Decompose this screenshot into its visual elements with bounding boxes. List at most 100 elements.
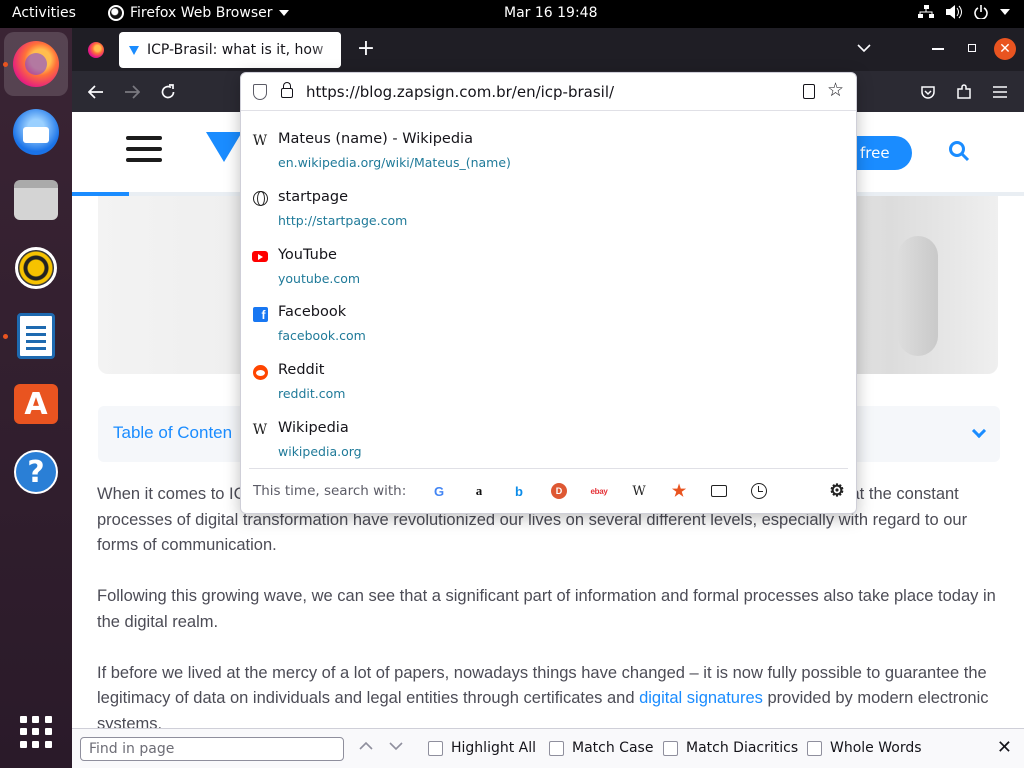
- suggestion-url: youtube.com: [278, 270, 361, 286]
- dock-help[interactable]: ?: [4, 440, 68, 504]
- help-icon: ?: [14, 450, 58, 494]
- toc-title: Table of Conten: [113, 423, 233, 442]
- app-menu[interactable]: Firefox Web Browser: [108, 5, 289, 21]
- one-off-search-bar: This time, search with: G a b D ebay W ★…: [241, 469, 856, 513]
- dock-thunderbird[interactable]: [4, 100, 68, 164]
- power-icon: [974, 5, 988, 19]
- dock-rhythmbox[interactable]: [4, 236, 68, 300]
- find-in-page-input[interactable]: [80, 737, 344, 761]
- dock-firefox[interactable]: [4, 32, 68, 96]
- new-tab-button[interactable]: +: [352, 36, 380, 64]
- digital-signatures-link[interactable]: digital signatures: [639, 689, 763, 707]
- wikipedia-search-icon[interactable]: W: [629, 481, 649, 501]
- arrow-left-icon: [87, 85, 103, 99]
- url-input[interactable]: https://blog.zapsign.com.br/en/icp-brasi…: [306, 83, 614, 101]
- urlbar[interactable]: https://blog.zapsign.com.br/en/icp-brasi…: [241, 73, 856, 111]
- tracking-protection-shield-icon[interactable]: [253, 84, 267, 100]
- history-clock-icon[interactable]: [749, 481, 769, 501]
- chevron-down-icon: [389, 742, 403, 751]
- files-icon: [14, 180, 58, 220]
- dock: A ?: [0, 28, 72, 768]
- system-tray[interactable]: [918, 5, 1010, 19]
- reddit-icon: [252, 364, 268, 380]
- duckduckgo-search-icon[interactable]: D: [549, 481, 569, 501]
- google-search-icon[interactable]: G: [429, 481, 449, 501]
- suggestion-title: YouTube: [278, 246, 337, 263]
- url-suggestion[interactable]: W Wikipedia wikipedia.org: [241, 414, 856, 472]
- close-window-button[interactable]: ✕: [994, 38, 1016, 60]
- forward-button[interactable]: [118, 79, 146, 105]
- whole-words-checkbox[interactable]: Whole Words: [807, 740, 922, 756]
- match-diacritics-checkbox[interactable]: Match Diacritics: [663, 740, 798, 756]
- close-find-bar-button[interactable]: ✕: [997, 737, 1012, 758]
- tabs-icon[interactable]: [709, 481, 729, 501]
- bookmark-star-icon[interactable]: ☆: [827, 79, 844, 101]
- tab-active[interactable]: ICP-Brasil: what is it, how: [119, 32, 341, 68]
- reload-button[interactable]: [154, 79, 182, 105]
- back-button[interactable]: [82, 79, 110, 105]
- thunderbird-icon: [13, 109, 59, 155]
- urlbar-dropdown: https://blog.zapsign.com.br/en/icp-brasi…: [240, 72, 857, 514]
- volume-icon: [946, 5, 962, 19]
- url-suggestion[interactable]: f Facebook facebook.com: [241, 298, 856, 356]
- suggestion-url: reddit.com: [278, 386, 346, 402]
- suggestion-title: Mateus (name) - Wikipedia: [278, 131, 473, 147]
- url-suggestion[interactable]: startpage http://startpage.com: [241, 183, 856, 241]
- suggestion-title: startpage: [278, 188, 348, 205]
- arrow-right-icon: [125, 85, 141, 99]
- maximize-button[interactable]: [968, 44, 976, 52]
- firefox-icon: [88, 42, 104, 58]
- find-next-button[interactable]: [386, 739, 406, 759]
- dock-software[interactable]: A: [4, 372, 68, 436]
- article-body: When it comes to ICzed that the constant…: [97, 482, 1002, 728]
- running-indicator: [3, 334, 8, 339]
- pinned-tab[interactable]: [78, 34, 114, 66]
- highlight-all-checkbox[interactable]: Highlight All: [428, 740, 536, 756]
- find-bar: Highlight All Match Case Match Diacritic…: [72, 728, 1024, 768]
- extensions-button[interactable]: [950, 79, 978, 105]
- firefox-icon: [13, 41, 59, 87]
- wikipedia-icon: W: [252, 422, 268, 438]
- facebook-icon: f: [252, 306, 268, 322]
- search-settings-gear-icon[interactable]: ⚙: [827, 481, 847, 501]
- software-store-icon: A: [14, 384, 58, 424]
- pocket-button[interactable]: [914, 79, 942, 105]
- bookmarks-star-icon[interactable]: ★: [669, 481, 689, 501]
- dock-writer[interactable]: [4, 304, 68, 368]
- amazon-search-icon[interactable]: a: [469, 481, 489, 501]
- show-applications-button[interactable]: [4, 700, 68, 764]
- youtube-icon: [252, 249, 268, 265]
- zapsign-logo[interactable]: [206, 132, 242, 162]
- app-menu-button[interactable]: [986, 79, 1014, 105]
- running-indicator: [3, 62, 8, 67]
- activities-button[interactable]: Activities: [12, 5, 76, 21]
- find-previous-button[interactable]: [356, 739, 376, 759]
- suggestion-url: wikipedia.org: [278, 444, 362, 459]
- match-case-checkbox[interactable]: Match Case: [549, 740, 653, 756]
- paragraph-3: If before we lived at the mercy of a lot…: [97, 663, 989, 729]
- network-icon: [918, 5, 934, 18]
- minimize-button[interactable]: [932, 48, 944, 50]
- search-icon[interactable]: [948, 140, 970, 162]
- ebay-search-icon[interactable]: ebay: [589, 481, 609, 501]
- chevron-down-icon[interactable]: [971, 423, 987, 439]
- list-all-tabs-chevron-icon[interactable]: [857, 44, 871, 54]
- reader-view-icon[interactable]: [803, 84, 815, 99]
- lock-icon[interactable]: [281, 82, 293, 98]
- url-suggestion[interactable]: YouTube youtube.com: [241, 241, 856, 299]
- suggestion-url: http://startpage.com: [278, 212, 408, 228]
- chevron-up-icon: [359, 741, 373, 750]
- suggestion-title: Reddit: [278, 362, 325, 379]
- url-suggestion[interactable]: Reddit reddit.com: [241, 356, 856, 414]
- hamburger-menu-icon: [993, 86, 1007, 98]
- dock-files[interactable]: [4, 168, 68, 232]
- top-bar: Activities Firefox Web Browser Mar 16 19…: [0, 0, 1024, 28]
- puzzle-icon: [957, 84, 971, 99]
- one-off-label: This time, search with:: [253, 483, 407, 499]
- reload-icon: [161, 84, 175, 99]
- clock[interactable]: Mar 16 19:48: [504, 5, 597, 21]
- firefox-icon: [108, 5, 124, 21]
- url-suggestion[interactable]: W Mateus (name) - Wikipedia en.wikipedia.o…: [241, 125, 856, 183]
- site-menu-button[interactable]: [126, 136, 162, 162]
- bing-search-icon[interactable]: b: [509, 481, 529, 501]
